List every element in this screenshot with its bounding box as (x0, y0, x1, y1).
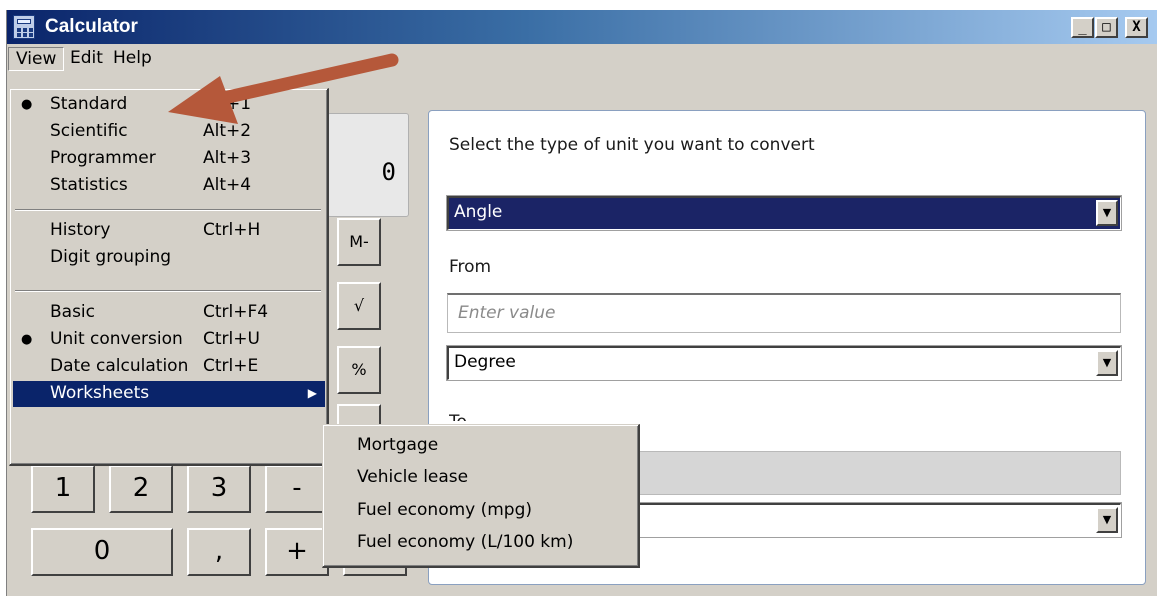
menu-item-label: Unit conversion (50, 329, 183, 349)
menu-bar: View Edit Help (7, 44, 1157, 74)
calculator-app-icon (13, 15, 35, 39)
plus-button[interactable]: + (265, 528, 329, 576)
dropdown-arrow-icon[interactable]: ▼ (1096, 350, 1118, 376)
view-menu-digit-grouping[interactable]: Digit grouping (13, 245, 325, 271)
menu-item-label: Basic (50, 302, 96, 322)
unit-type-select[interactable]: Angle ▼ (447, 196, 1121, 230)
dropdown-arrow-icon[interactable]: ▼ (1096, 507, 1118, 533)
title-bar[interactable]: Calculator _ □ X (7, 10, 1157, 44)
view-menu-dropdown: ● Standard Alt+1 Scientific Alt+2 Progra… (9, 88, 329, 466)
from-value-input[interactable]: Enter value (447, 293, 1121, 333)
view-menu-date-calculation[interactable]: Date calculation Ctrl+E (13, 354, 325, 380)
menu-item-shortcut: Alt+4 (203, 175, 252, 195)
menu-item-shortcut: Ctrl+E (203, 356, 259, 376)
digit-3-button[interactable]: 3 (187, 465, 251, 513)
calculator-display: 0 (327, 113, 409, 217)
view-menu-statistics[interactable]: Statistics Alt+4 (13, 173, 325, 199)
digit-1-button[interactable]: 1 (31, 465, 95, 513)
dropdown-arrow-icon[interactable]: ▼ (1096, 200, 1118, 226)
view-menu-unit-conversion[interactable]: ● Unit conversion Ctrl+U (13, 327, 325, 353)
menu-item-label: Programmer (50, 148, 156, 168)
to-label: To (449, 409, 467, 421)
menu-item-label: Statistics (50, 175, 128, 195)
view-menu-worksheets[interactable]: Worksheets ▶ (13, 381, 325, 407)
conversion-prompt: Select the type of unit you want to conv… (449, 135, 815, 155)
close-button[interactable]: X (1125, 17, 1148, 38)
radio-bullet-icon: ● (21, 332, 33, 347)
menu-item-shortcut: Alt+2 (203, 121, 252, 141)
memory-subtract-button[interactable]: M- (337, 218, 381, 266)
minus-button[interactable]: - (265, 465, 329, 513)
menu-separator (15, 209, 321, 211)
submenu-mortgage[interactable]: Mortgage (357, 433, 438, 458)
square-root-button[interactable]: √ (337, 282, 381, 330)
minimize-button[interactable]: _ (1071, 17, 1094, 38)
menu-item-shortcut: Ctrl+H (203, 220, 261, 240)
menu-item-shortcut: Ctrl+U (203, 329, 260, 349)
view-menu-standard[interactable]: ● Standard Alt+1 (13, 92, 325, 118)
worksheets-submenu: Mortgage Vehicle lease Fuel economy (mpg… (322, 424, 640, 568)
menu-view[interactable]: View (8, 47, 65, 71)
display-value: 0 (381, 158, 396, 186)
percent-button[interactable]: % (337, 346, 381, 394)
digit-0-button[interactable]: 0 (31, 528, 173, 576)
menu-item-label: History (50, 220, 111, 240)
unit-type-value: Angle (454, 202, 503, 222)
view-menu-scientific[interactable]: Scientific Alt+2 (13, 119, 325, 145)
menu-item-label: Digit grouping (50, 247, 172, 267)
maximize-button[interactable]: □ (1095, 17, 1118, 38)
radio-bullet-icon: ● (21, 97, 33, 112)
submenu-fuel-economy-l100km[interactable]: Fuel economy (L/100 km) (357, 530, 573, 555)
menu-separator (15, 290, 321, 292)
view-menu-history[interactable]: History Ctrl+H (13, 218, 325, 244)
submenu-arrow-icon: ▶ (307, 386, 317, 400)
menu-help[interactable]: Help (106, 47, 159, 71)
submenu-fuel-economy-mpg[interactable]: Fuel economy (mpg) (357, 498, 532, 523)
menu-item-shortcut: Alt+3 (203, 148, 252, 168)
view-menu-programmer[interactable]: Programmer Alt+3 (13, 146, 325, 172)
menu-item-shortcut: Alt+1 (203, 94, 252, 114)
menu-item-label: Date calculation (50, 356, 189, 376)
from-unit-value: Degree (454, 352, 516, 372)
menu-item-label: Worksheets (50, 383, 150, 403)
menu-item-label: Standard (50, 94, 128, 114)
menu-item-shortcut: Ctrl+F4 (203, 302, 269, 322)
digit-2-button[interactable]: 2 (109, 465, 173, 513)
view-menu-basic[interactable]: Basic Ctrl+F4 (13, 300, 325, 326)
menu-item-label: Scientific (50, 121, 128, 141)
window-title: Calculator (45, 16, 138, 37)
menu-edit[interactable]: Edit (63, 47, 110, 71)
from-label: From (449, 257, 492, 277)
decimal-button[interactable]: , (187, 528, 251, 576)
submenu-vehicle-lease[interactable]: Vehicle lease (357, 465, 468, 490)
from-unit-select[interactable]: Degree ▼ (447, 346, 1121, 380)
